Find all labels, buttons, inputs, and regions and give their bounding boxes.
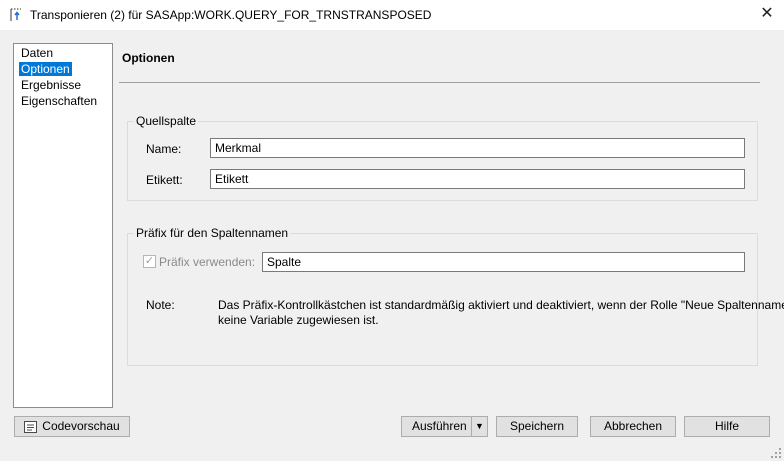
- etikett-field[interactable]: Etikett: [210, 169, 745, 189]
- window-title: Transponieren (2) für SASApp:WORK.QUERY_…: [30, 8, 432, 22]
- options-nav-list: Daten Optionen Ergebnisse Eigenschaften: [13, 43, 113, 408]
- resize-grip-icon[interactable]: [770, 447, 782, 459]
- use-prefix-label: Präfix verwenden:: [159, 255, 256, 269]
- section-title: Optionen: [122, 51, 175, 65]
- code-preview-button[interactable]: Codevorschau: [14, 416, 130, 437]
- code-preview-icon: [24, 420, 38, 433]
- cancel-button[interactable]: Abbrechen: [590, 416, 676, 437]
- title-bar: Transponieren (2) für SASApp:WORK.QUERY_…: [0, 0, 784, 30]
- note-text-line2: keine Variable zugewiesen ist.: [218, 313, 379, 327]
- section-divider: [119, 82, 760, 83]
- run-dropdown-arrow-icon[interactable]: ▼: [471, 417, 487, 436]
- run-button[interactable]: Ausführen ▼: [401, 416, 488, 437]
- nav-item-ergebnisse[interactable]: Ergebnisse: [19, 78, 83, 92]
- nav-item-optionen[interactable]: Optionen: [19, 62, 72, 76]
- nav-item-eigenschaften[interactable]: Eigenschaften: [19, 94, 99, 108]
- quellspalte-legend: Quellspalte: [134, 114, 199, 128]
- etikett-label: Etikett:: [146, 173, 183, 187]
- prefix-field[interactable]: Spalte: [262, 252, 745, 272]
- nav-item-daten[interactable]: Daten: [19, 46, 55, 60]
- help-button[interactable]: Hilfe: [684, 416, 770, 437]
- close-button[interactable]: ✕: [755, 3, 779, 27]
- use-prefix-checkbox[interactable]: ✓: [143, 255, 156, 268]
- name-label: Name:: [146, 142, 182, 156]
- save-button[interactable]: Speichern: [496, 416, 578, 437]
- praefix-legend: Präfix für den Spaltennamen: [134, 226, 291, 240]
- run-label: Ausführen: [412, 419, 467, 433]
- quellspalte-group: [127, 121, 758, 201]
- checkmark-icon: ✓: [144, 255, 155, 267]
- transpose-icon: [10, 8, 21, 21]
- note-text-line1: Das Präfix-Kontrollkästchen ist standard…: [218, 298, 784, 312]
- name-field[interactable]: Merkmal: [210, 138, 745, 158]
- code-preview-label: Codevorschau: [42, 419, 120, 433]
- note-label: Note:: [146, 298, 175, 312]
